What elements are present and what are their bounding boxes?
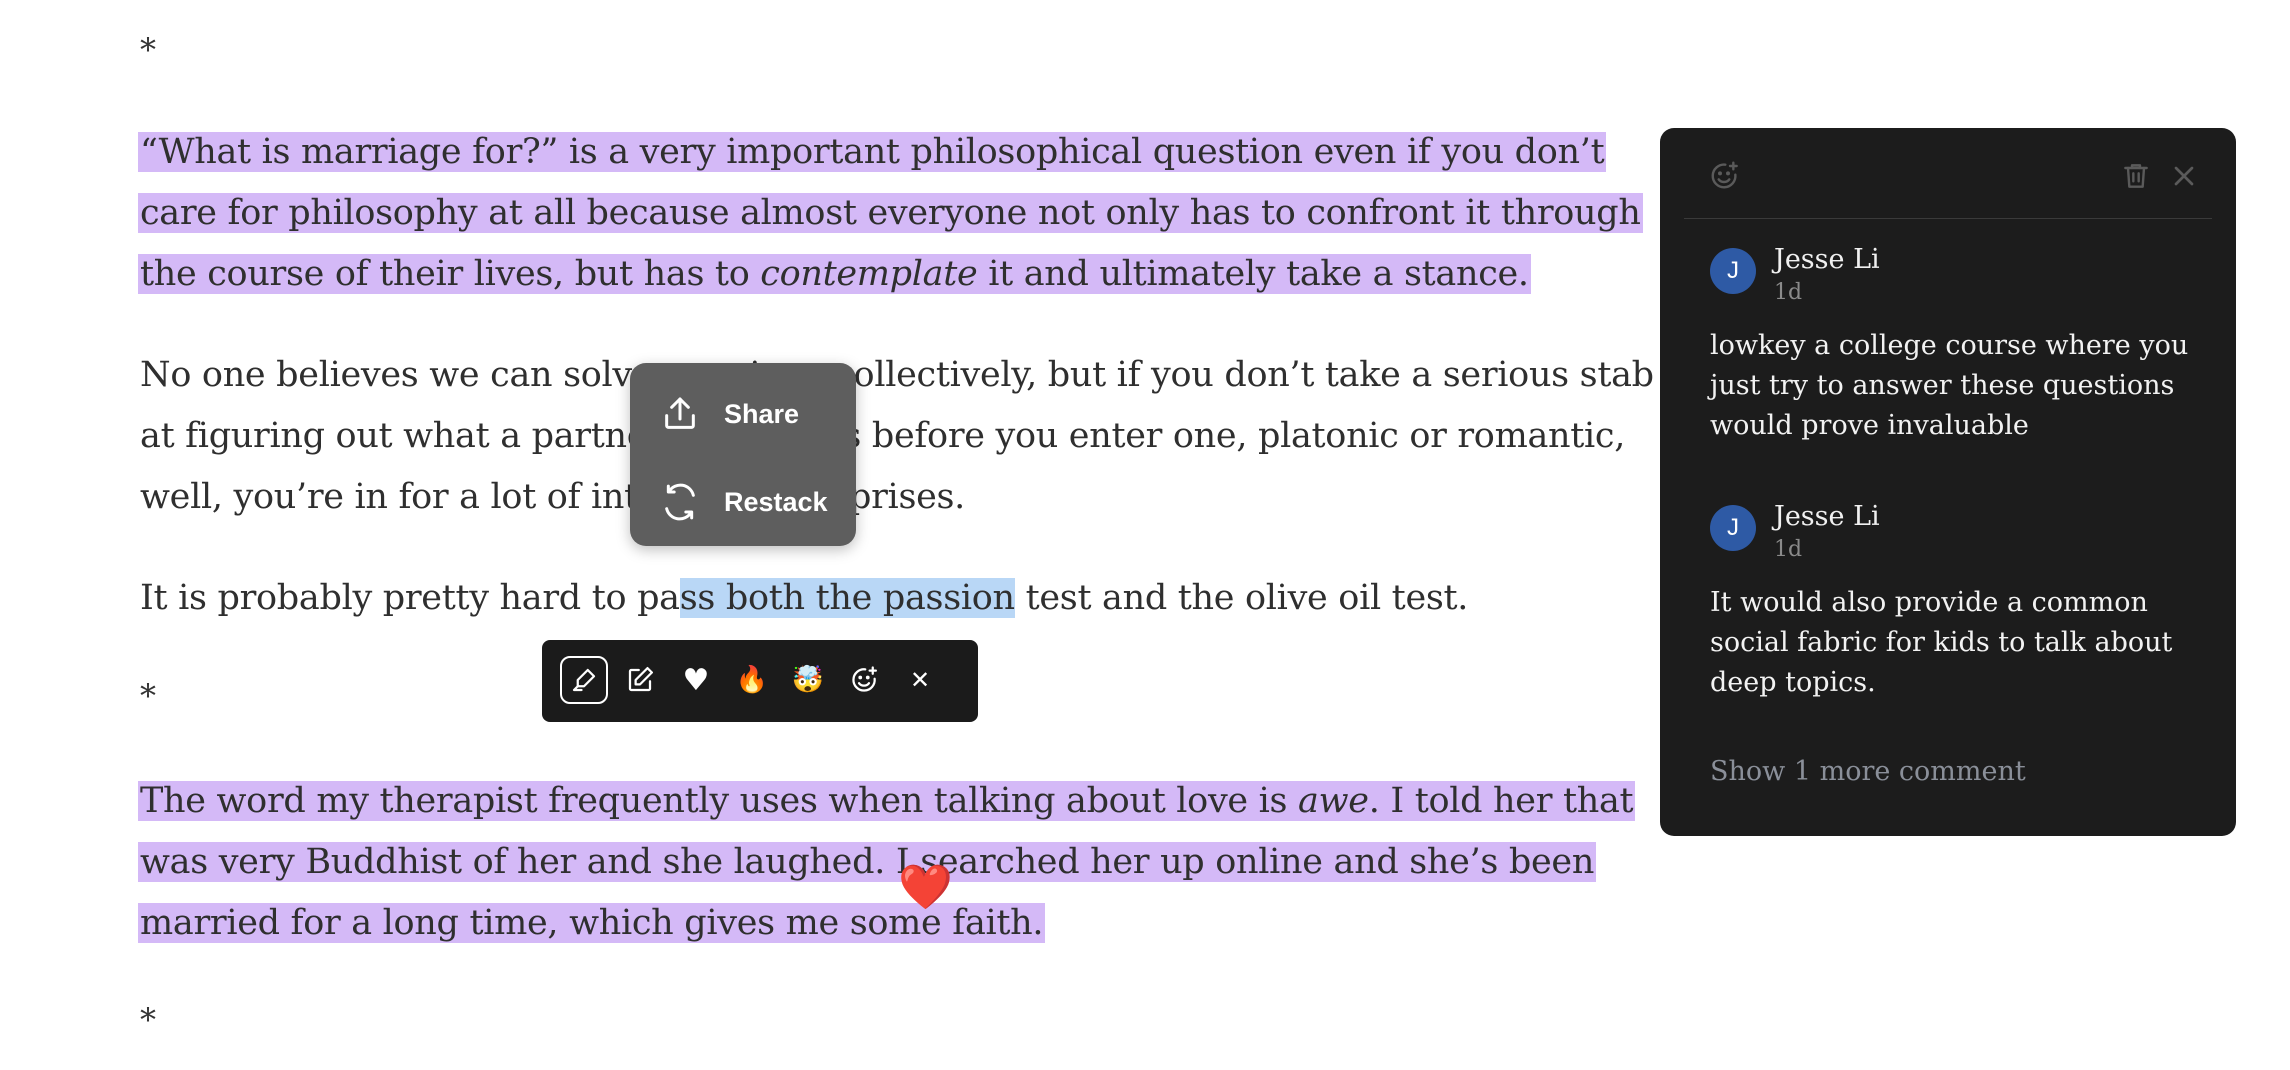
comment-timestamp: 1d (1774, 537, 1803, 562)
share-icon (665, 397, 695, 429)
emphasis: awe (1298, 781, 1369, 821)
emphasis: contemplate (760, 254, 978, 294)
text: the course of their lives, but has to (140, 254, 761, 294)
share-label: Share (724, 398, 800, 429)
restack-button[interactable]: Restack (660, 477, 828, 527)
section-separator: * (140, 677, 156, 715)
trash-icon[interactable] (2120, 160, 2152, 192)
add-reaction-icon (852, 666, 877, 692)
paragraph-highlighted-1[interactable]: “What is marriage for?” is a very import… (138, 122, 1643, 305)
show-more-comments-link[interactable]: Show 1 more comment (1710, 756, 2026, 787)
comments-panel: J Jesse Li 1d lowkey a college course wh… (1660, 128, 2236, 836)
text-line: No one believes we can solve marriage co… (140, 355, 1654, 395)
avatar[interactable]: J (1710, 505, 1756, 551)
add-reaction-button[interactable] (840, 656, 888, 704)
share-menu: Share Restack (630, 363, 856, 546)
share-button[interactable]: Share (660, 389, 799, 439)
highlight-toolbar: ♥ 🔥 🤯 ✕ (542, 640, 978, 722)
text: it and ultimately take a stance. (977, 254, 1529, 294)
heart-reaction-icon: ❤️ (898, 862, 953, 913)
comment-author[interactable]: Jesse Li (1774, 501, 1880, 532)
text-line: at figuring out what a partnership means… (140, 416, 1626, 456)
highlight-span[interactable]: care for philosophy at all because almos… (138, 193, 1643, 233)
fire-reaction-button[interactable]: 🔥 (728, 656, 776, 704)
highlight-span[interactable]: The word my therapist frequently uses wh… (138, 781, 1636, 821)
text: . I told her that (1368, 781, 1634, 821)
close-toolbar-button[interactable]: ✕ (896, 656, 944, 704)
text: test and the olive oil test. (1014, 578, 1469, 618)
highlight-span[interactable]: the course of their lives, but has to co… (138, 254, 1531, 294)
text: It is probably pretty hard to pa (140, 578, 680, 618)
avatar[interactable]: J (1710, 248, 1756, 294)
paragraph-highlighted-2[interactable]: The word my therapist frequently uses wh… (138, 771, 1636, 954)
text-selection[interactable]: ss both the passion (679, 578, 1015, 618)
highlighter-button[interactable] (560, 656, 608, 704)
add-note-button[interactable] (616, 656, 664, 704)
add-reaction-icon[interactable] (1708, 160, 1740, 192)
comment-text: lowkey a college course where you just t… (1710, 330, 2189, 441)
highlighter-icon (572, 668, 596, 692)
highlight-span[interactable]: was very Buddhist of her and she laughed… (138, 842, 1597, 882)
text-line: well, you’re in for a lot of interesting… (140, 477, 966, 517)
paragraph-2: No one believes we can solve marriage co… (140, 345, 1654, 528)
comment-author[interactable]: Jesse Li (1774, 244, 1880, 275)
highlight-span[interactable]: “What is marriage for?” is a very import… (138, 132, 1607, 172)
panel-header (1684, 128, 2212, 219)
restack-label: Restack (724, 486, 828, 517)
restack-icon (665, 483, 695, 521)
paragraph-3: It is probably pretty hard to pass both … (140, 568, 1468, 629)
comment-timestamp: 1d (1774, 280, 1803, 305)
text: The word my therapist frequently uses wh… (140, 781, 1299, 821)
edit-note-icon (628, 667, 653, 692)
section-separator: * (140, 1001, 156, 1039)
close-icon[interactable] (2168, 160, 2200, 192)
heart-reaction-button[interactable]: ♥ (672, 656, 720, 704)
comment-text: It would also provide a common social fa… (1710, 587, 2173, 698)
mind-blown-reaction-button[interactable]: 🤯 (784, 656, 832, 704)
section-separator: * (140, 31, 156, 69)
